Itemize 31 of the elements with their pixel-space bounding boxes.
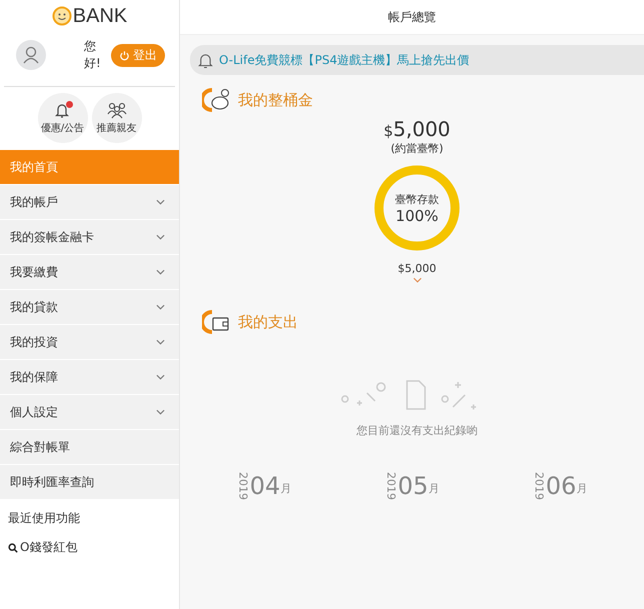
menu-item[interactable]: 我的投資 <box>0 325 179 360</box>
bell-icon <box>198 52 213 68</box>
gauge-percent: 100% <box>396 206 438 224</box>
empty-message: 您目前還沒有支出紀錄喲 <box>356 423 478 438</box>
quick-link-button[interactable]: 推薦親友 <box>92 93 142 143</box>
greeting-text: 您好! <box>83 38 102 72</box>
chevron-down-icon[interactable] <box>412 277 422 283</box>
menu-item[interactable]: 我的保障 <box>0 360 179 395</box>
menu-item[interactable]: 我的簽帳金融卡 <box>0 220 179 255</box>
quick-link-button[interactable]: 優惠/公告 <box>38 93 88 143</box>
section-title: 我的整桶金 <box>238 90 313 110</box>
notification-dot <box>66 101 72 108</box>
logo-text: BANK <box>72 4 128 28</box>
recent-title: 最近使用功能 <box>8 510 81 527</box>
menu-item[interactable]: 我的帳戶 <box>0 185 179 220</box>
recent-link[interactable]: O錢發紅包 <box>8 539 171 556</box>
menu-item[interactable]: 個人設定 <box>0 395 179 430</box>
people-icon <box>106 101 128 119</box>
menu-item[interactable]: 即時利匯率查詢 <box>0 465 179 500</box>
menu-item[interactable]: 我要繳費 <box>0 255 179 290</box>
total-amount: $5,000 <box>384 117 450 141</box>
power-icon <box>119 50 130 60</box>
subtotal-amount: $5,000 <box>398 262 436 275</box>
amount-note: (約當臺幣) <box>390 141 444 156</box>
smiley-logo-icon <box>52 6 72 26</box>
user-avatar-icon <box>16 40 46 70</box>
gauge-label: 臺幣存款 <box>395 192 439 206</box>
menu-item[interactable]: 我的貸款 <box>0 290 179 325</box>
menu-item[interactable]: 綜合對帳單 <box>0 430 179 465</box>
section-title: 我的支出 <box>238 312 298 332</box>
search-icon <box>8 542 18 552</box>
